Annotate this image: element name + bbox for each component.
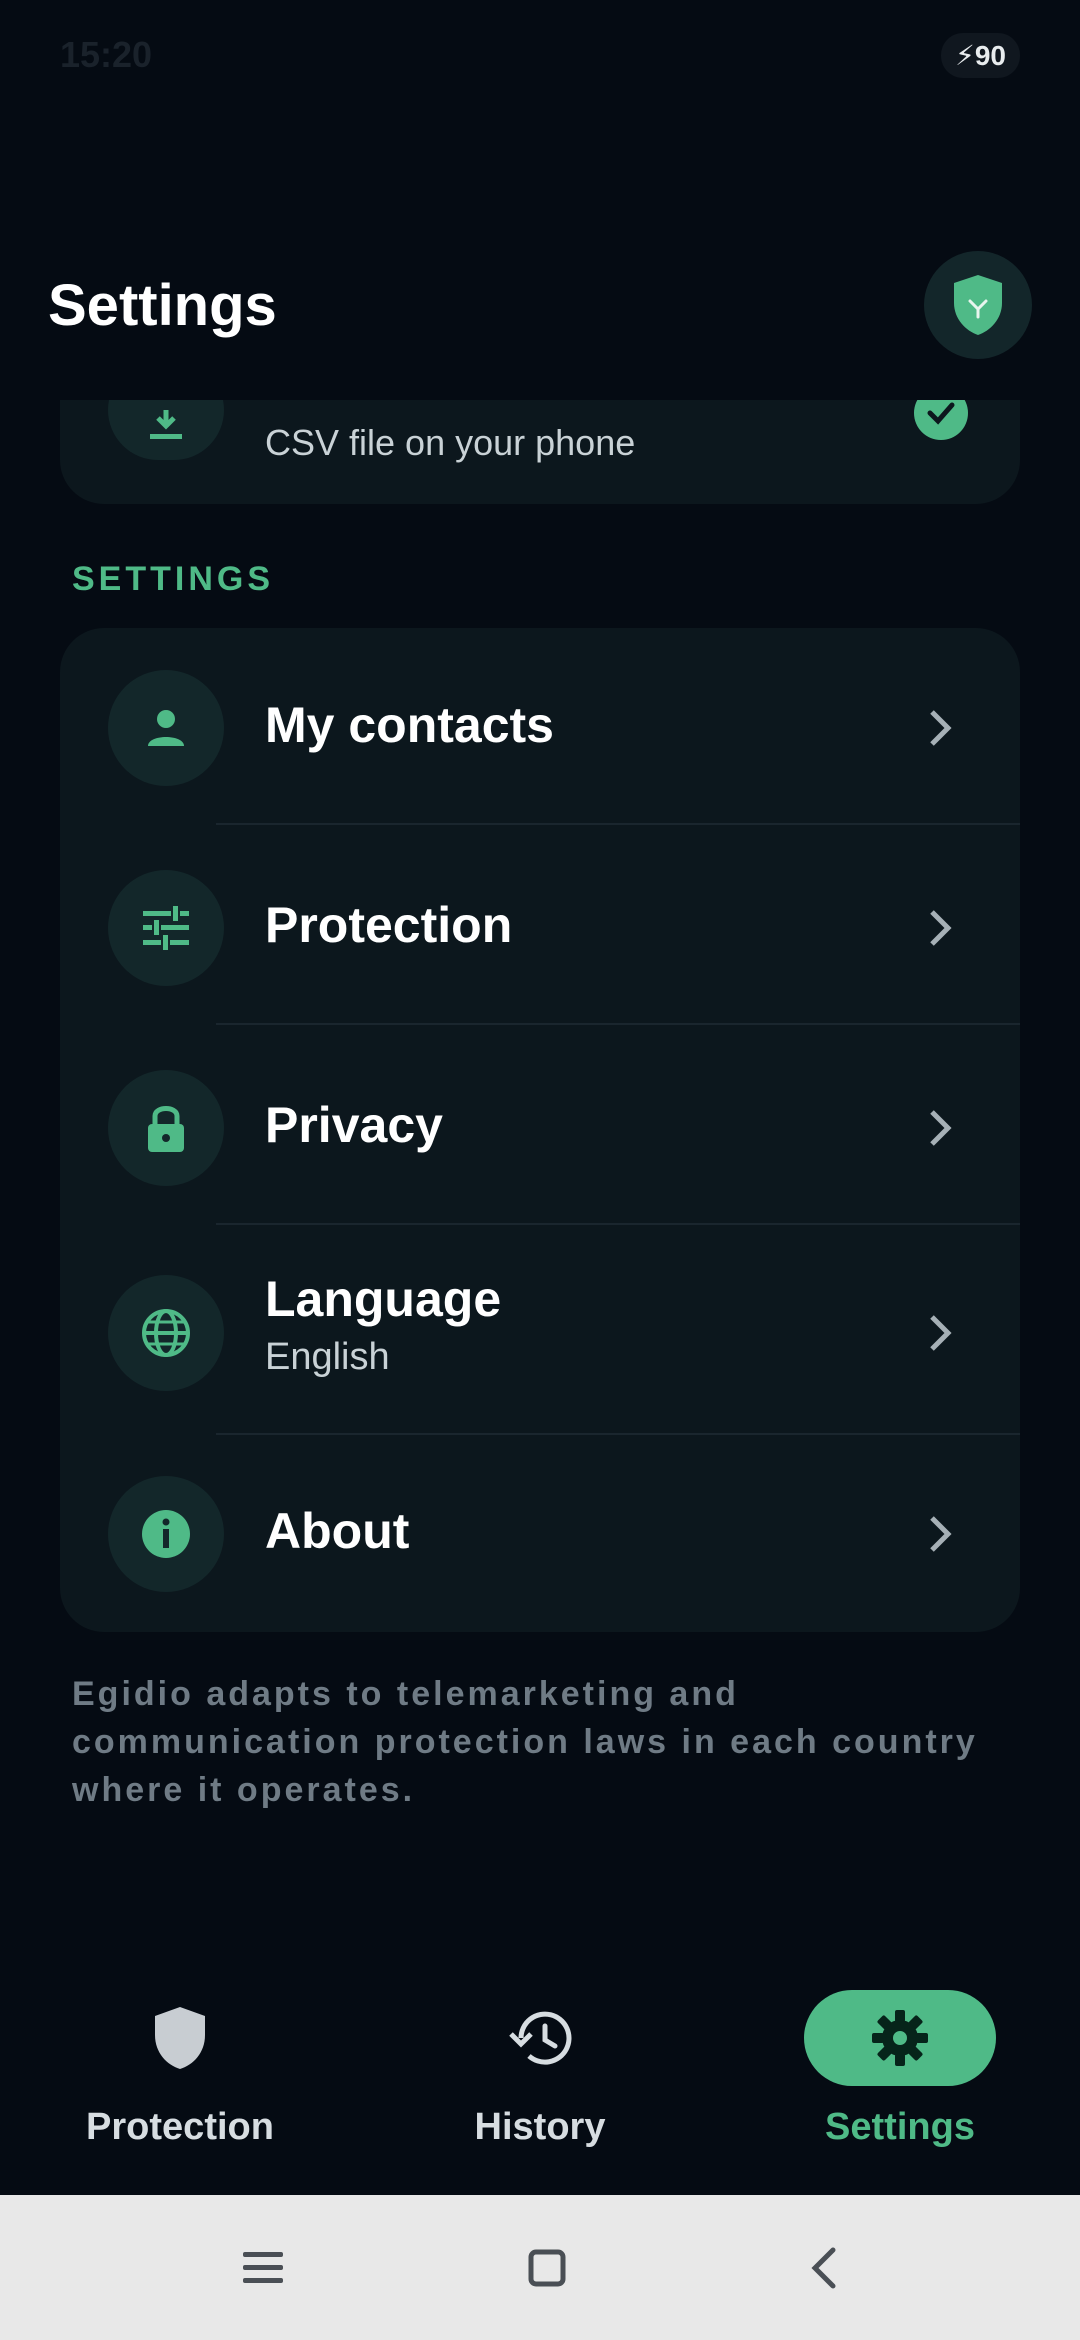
settings-item-label: My contacts <box>265 697 554 753</box>
divider <box>216 823 1020 825</box>
page-title: Settings <box>48 272 277 338</box>
nav-settings[interactable]: Settings <box>720 1970 1080 2195</box>
status-right: ⚡90 <box>941 32 1020 78</box>
shield-icon <box>155 2007 205 2069</box>
status-bar: 15:20 ⚡90 <box>0 0 1080 110</box>
history-icon <box>509 2011 572 2065</box>
battery-level: 90 <box>974 39 1006 71</box>
settings-item-protection[interactable]: Protection <box>60 828 1020 1028</box>
gear-icon <box>872 2010 928 2066</box>
chevron-right-icon <box>930 1516 952 1552</box>
nav-label: Protection <box>86 2106 274 2148</box>
home-square-icon[interactable] <box>527 2248 567 2288</box>
divider <box>216 1023 1020 1025</box>
footnote: Egidio adapts to telemarketing and commu… <box>72 1675 978 1809</box>
lock-icon <box>108 1070 224 1186</box>
section-label: SETTINGS <box>72 560 275 598</box>
globe-icon <box>108 1275 224 1391</box>
nav-protection[interactable]: Protection <box>0 1970 360 2195</box>
battery-indicator: ⚡90 <box>941 32 1020 78</box>
back-icon[interactable] <box>809 2246 839 2290</box>
nav-icon-wrap <box>84 1990 276 2086</box>
nav-history[interactable]: History <box>360 1970 720 2195</box>
bottom-nav: Protection History Settings <box>0 1970 1080 2195</box>
download-icon-wrap <box>108 400 224 460</box>
divider <box>216 1223 1020 1225</box>
chevron-right-icon <box>930 710 952 746</box>
settings-list: My contacts Protection Privacy Language … <box>60 628 1020 1632</box>
nav-icon-wrap-active <box>804 1990 996 2086</box>
info-icon <box>108 1476 224 1592</box>
check-icon <box>914 400 968 440</box>
status-left: 15:20 <box>60 34 152 76</box>
export-subtitle: CSV file on your phone <box>265 422 636 463</box>
nav-icon-wrap <box>444 1990 636 2086</box>
settings-item-privacy[interactable]: Privacy <box>60 1028 1020 1228</box>
settings-item-label: Protection <box>265 897 513 953</box>
divider <box>216 1433 1020 1435</box>
app-shield-button[interactable] <box>924 251 1032 359</box>
sliders-icon <box>108 870 224 986</box>
person-icon <box>108 670 224 786</box>
nav-label-active: Settings <box>825 2106 975 2148</box>
chevron-right-icon <box>930 910 952 946</box>
settings-item-label: Language <box>265 1271 502 1327</box>
download-icon <box>150 410 182 439</box>
settings-item-label: About <box>265 1503 410 1559</box>
nav-label: History <box>474 2106 606 2148</box>
chevron-right-icon <box>930 1315 952 1351</box>
menu-icon[interactable] <box>241 2250 285 2286</box>
settings-item-value: English <box>265 1336 390 1378</box>
settings-item-about[interactable]: About <box>60 1438 1020 1632</box>
export-card-partial[interactable]: CSV file on your phone <box>60 400 1020 504</box>
chevron-right-icon <box>930 1110 952 1146</box>
header: Settings <box>0 230 1080 380</box>
status-time: 15:20 <box>60 34 153 75</box>
system-nav-bar <box>0 2195 1080 2340</box>
settings-item-label: Privacy <box>265 1097 443 1153</box>
settings-item-my-contacts[interactable]: My contacts <box>60 628 1020 828</box>
shield-logo-icon <box>954 275 1002 335</box>
settings-item-language[interactable]: Language English <box>60 1228 1020 1438</box>
